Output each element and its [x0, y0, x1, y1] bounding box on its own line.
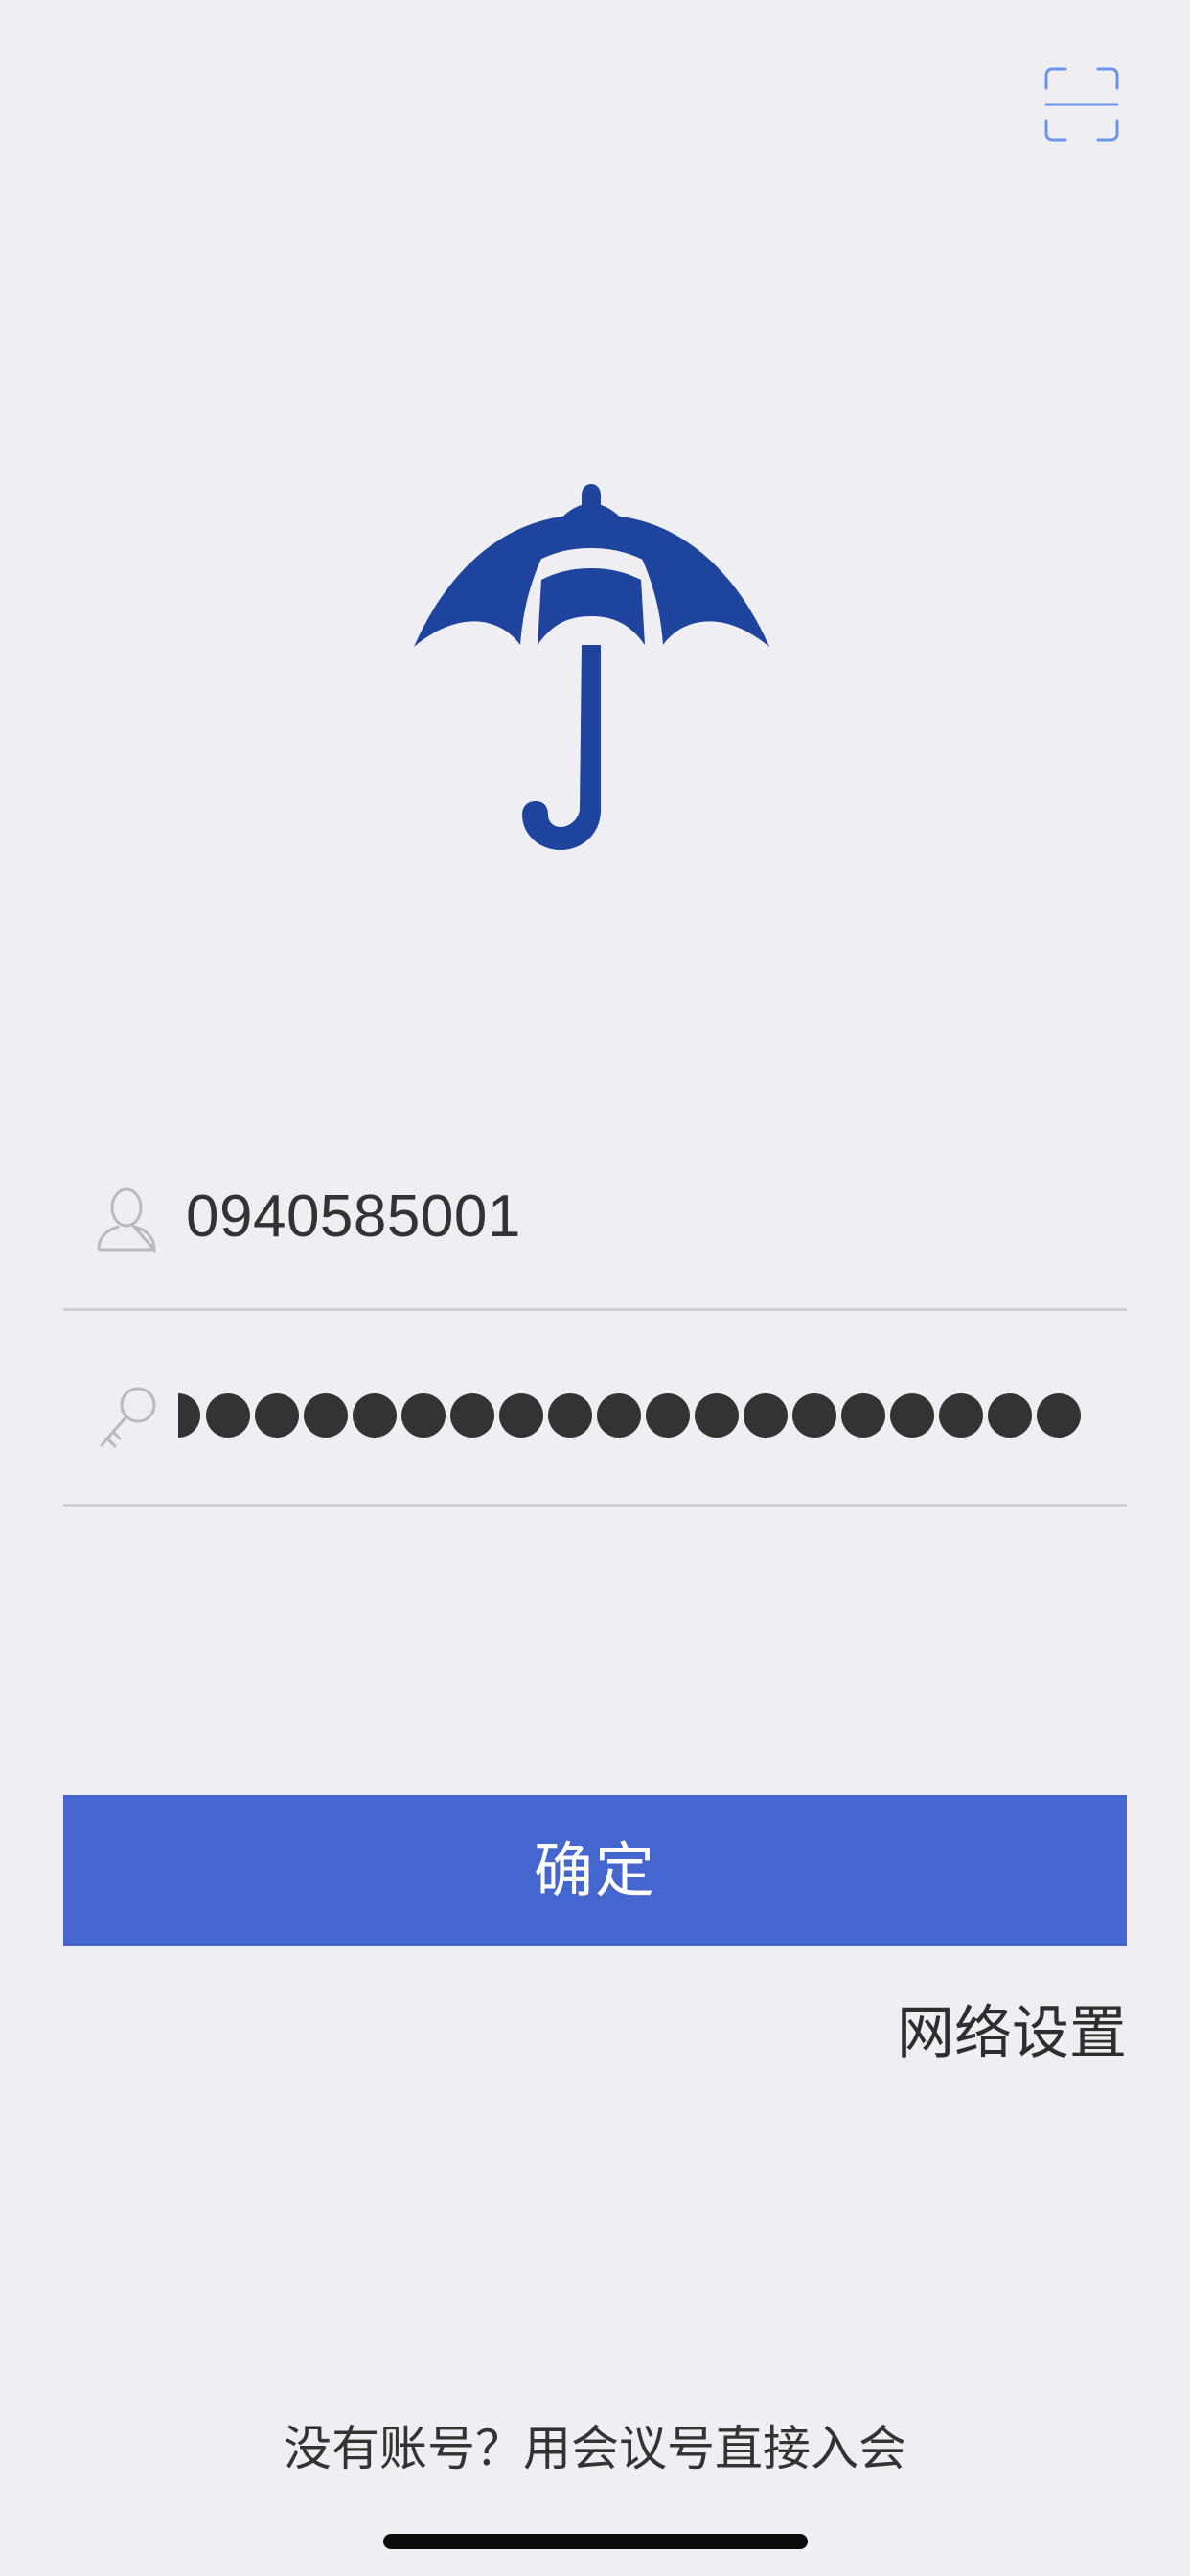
- join-by-meeting-number-link[interactable]: 没有账号？用会议号直接入会: [0, 2415, 1190, 2482]
- account-input[interactable]: 0940585001: [186, 1177, 521, 1257]
- confirm-button[interactable]: 确定: [63, 1795, 1127, 1946]
- scan-frame-icon: [1044, 67, 1119, 142]
- scan-button[interactable]: [1044, 67, 1119, 142]
- password-field[interactable]: [63, 1313, 1127, 1506]
- password-input[interactable]: [178, 1392, 1098, 1439]
- account-field[interactable]: 0940585001: [63, 1117, 1127, 1311]
- home-indicator[interactable]: [383, 2534, 808, 2549]
- umbrella-logo-icon: [414, 484, 769, 850]
- user-icon: [96, 1186, 157, 1254]
- key-icon: [96, 1386, 157, 1453]
- login-screen: 0940585001 确定 网络设置 没有账号？用会议号直接入会: [0, 0, 1190, 2576]
- network-settings-link[interactable]: 网络设置: [897, 1995, 1127, 2072]
- app-logo: [407, 484, 776, 853]
- password-mask: [178, 1393, 1081, 1438]
